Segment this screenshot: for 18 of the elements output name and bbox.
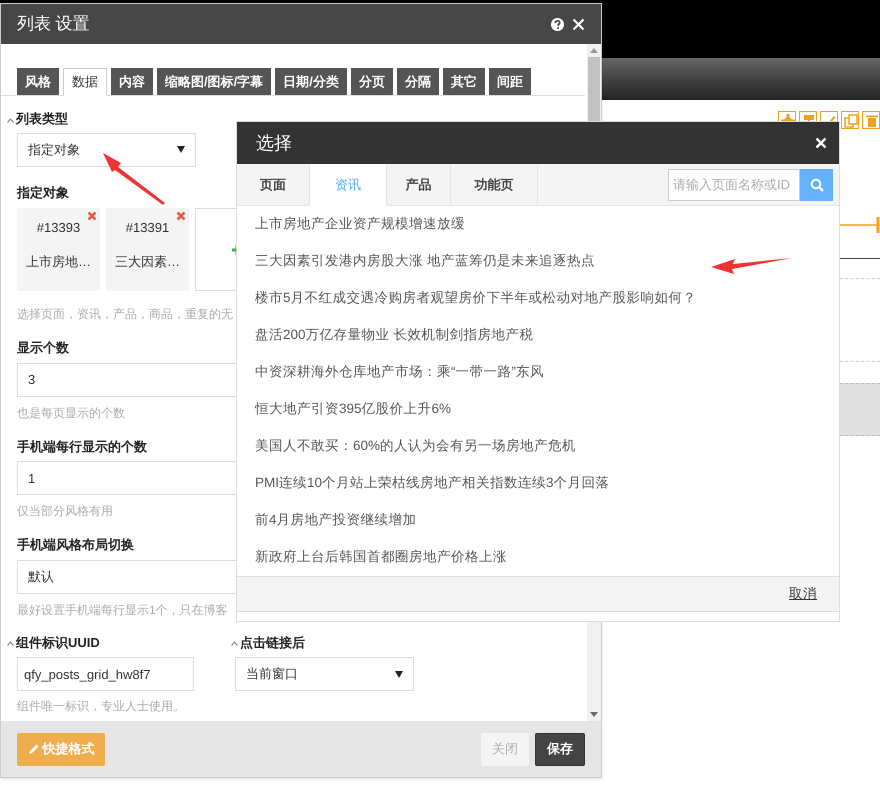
object-id: #13393 (36, 219, 80, 237)
hint-text: 也是每页显示的个数 (17, 404, 125, 422)
object-title: 上市房地… (26, 252, 91, 270)
section-label: 点击链接后 (240, 634, 305, 652)
section-label: 列表类型 (16, 110, 68, 128)
section-label: 手机端每行显示的个数 (17, 438, 147, 456)
hint-text: 最好设置手机端每行显示1个，只在博客 (17, 602, 228, 618)
section-label: 指定对象 (17, 184, 69, 202)
dialog-title: 列表 设置 (17, 13, 90, 36)
section-label: 组件标识UUID (16, 634, 100, 652)
hint-text: 组件唯一标识，专业人士使用。 (17, 698, 185, 715)
object-id: #13391 (126, 219, 170, 237)
object-title: 三大因素… (115, 252, 180, 270)
section-label: 手机端风格布局切换 (17, 536, 134, 554)
hint-text: 仅当部分风格有用 (17, 503, 113, 520)
section-label: 显示个数 (17, 339, 69, 357)
hint-text: 选择页面，资讯，产品，商品，重复的无 (17, 306, 233, 323)
dialog-title: 选择 (256, 132, 292, 154)
